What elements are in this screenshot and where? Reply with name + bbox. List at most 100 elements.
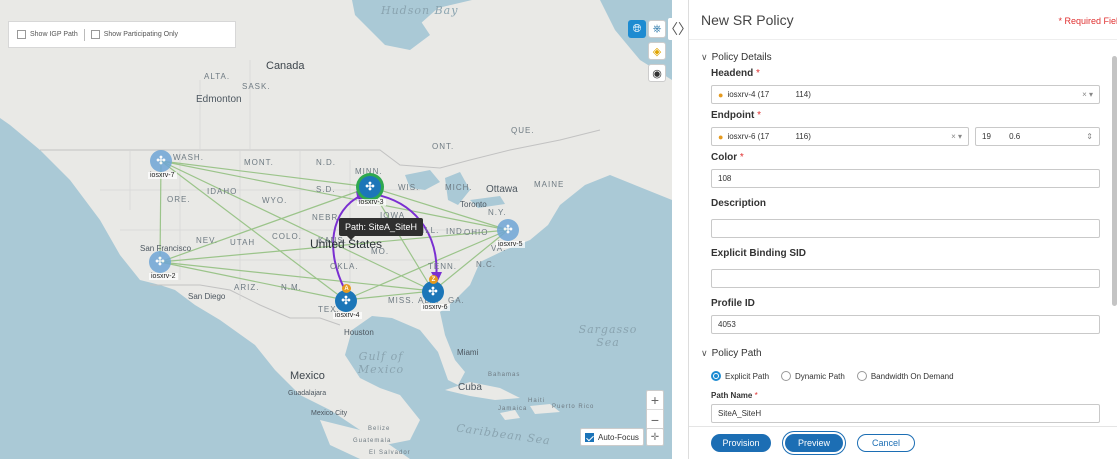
zoom-in-button[interactable]: + xyxy=(647,391,663,410)
node-label: iosxrv-5 xyxy=(496,241,525,248)
up-down-icon: ⇕ xyxy=(1086,132,1093,141)
label-miami: Miami xyxy=(457,348,479,357)
binding-sid-field: Explicit Binding SID xyxy=(689,248,1111,288)
chevron-down-icon: ∨ xyxy=(701,51,708,62)
provision-button[interactable]: Provision xyxy=(711,434,771,452)
label-nc: N.C. xyxy=(476,260,496,269)
color-input[interactable]: 108 xyxy=(711,169,1100,188)
path-tooltip: Path: SiteA_SiteH xyxy=(339,218,424,240)
label-minn: MINN. xyxy=(355,167,383,176)
required-mark: * xyxy=(754,391,758,400)
required-mark: * xyxy=(757,110,762,121)
label-mexico-city: Mexico City xyxy=(311,410,348,417)
headend-select[interactable]: ● iosxrv-4 (17 114) × ▾ xyxy=(711,85,1100,104)
endpoint-ip-select[interactable]: 19 0.6 ⇕ xyxy=(975,127,1100,146)
preview-button[interactable]: Preview xyxy=(785,434,843,452)
label-ohio: OHIO xyxy=(464,228,489,237)
label-tenn: TENN. xyxy=(428,262,457,271)
node-iosxrv-6[interactable]: ✣ xyxy=(422,281,444,303)
router-icon: ✣ xyxy=(428,285,438,298)
section-label: Policy Details xyxy=(711,51,772,63)
label-canada: Canada xyxy=(266,60,305,72)
collapse-panel-button[interactable]: 〈〉 xyxy=(664,18,692,40)
zoom-out-button[interactable]: − xyxy=(647,410,663,429)
node-label: iosxrv-6 xyxy=(421,304,450,311)
label-puerto-rico: Puerto Rico xyxy=(552,404,595,410)
description-input[interactable] xyxy=(711,219,1100,238)
show-participating-label[interactable]: Show Participating Only xyxy=(104,31,178,38)
label-guatemala: Guatemala xyxy=(353,438,392,444)
radio[interactable] xyxy=(856,371,867,381)
map-options-bar: Show IGP Path Show Participating Only xyxy=(8,21,236,48)
description-label: Description xyxy=(711,198,767,209)
radio-selected[interactable] xyxy=(711,371,721,381)
clear-caret-icon[interactable]: × ▾ xyxy=(1082,90,1093,99)
node-iosxrv-2[interactable]: ✣ xyxy=(149,251,171,273)
bandwidth-on-demand-option[interactable]: Bandwidth On Demand xyxy=(856,371,954,381)
path-type-radio-group: Explicit Path Dynamic Path Bandwidth On … xyxy=(689,366,1111,386)
router-icon: ✣ xyxy=(156,154,166,167)
panel-header: New SR Policy * Required Fiel xyxy=(689,0,1117,40)
node-iosxrv-4[interactable]: ✣ xyxy=(335,290,357,312)
label-sd: S.D. xyxy=(316,185,336,194)
show-igp-checkbox[interactable] xyxy=(17,30,26,39)
label-sargasso-sea: Sargasso Sea xyxy=(578,323,638,349)
router-icon: ✣ xyxy=(341,294,351,307)
label-guadalajara: Guadalajara xyxy=(288,390,327,397)
label-el-salvador: El Salvador xyxy=(369,450,411,456)
radio[interactable] xyxy=(781,371,792,381)
visibility-button[interactable]: ◉ xyxy=(648,64,666,82)
color-field: Color * 108 xyxy=(689,152,1111,188)
globe-view-button[interactable]: 🌐︎ xyxy=(628,20,646,38)
headend-field: Headend * ● iosxrv-4 (17 114) × ▾ xyxy=(689,68,1111,104)
router-icon: ✣ xyxy=(365,180,375,193)
recenter-button[interactable]: ✛ xyxy=(646,428,664,446)
label-jamaica: Jamaica xyxy=(498,406,528,412)
clear-caret-icon[interactable]: × ▾ xyxy=(951,132,962,141)
panel-body: ∨ Policy Details Headend * ● iosxrv-4 (1… xyxy=(689,42,1111,424)
headend-value: iosxrv-4 (17 114) xyxy=(727,90,811,99)
path-name-input[interactable]: SiteA_SiteH xyxy=(711,404,1100,423)
label-ottawa: Ottawa xyxy=(486,184,518,195)
label-belize: Belize xyxy=(368,426,391,432)
zoom-control: + − xyxy=(646,390,664,430)
label-ont: ONT. xyxy=(432,142,455,151)
label-nm: N.M. xyxy=(281,283,302,292)
auto-focus-label: Auto-Focus xyxy=(598,432,639,442)
label-nd: N.D. xyxy=(316,158,336,167)
label-maine: MAINE xyxy=(534,180,565,189)
label-que: QUE. xyxy=(511,126,535,135)
node-iosxrv-7[interactable]: ✣ xyxy=(150,150,172,172)
profile-id-label: Profile ID xyxy=(711,298,755,309)
explicit-path-option[interactable]: Explicit Path xyxy=(711,371,769,381)
show-igp-label[interactable]: Show IGP Path xyxy=(30,31,78,38)
description-field: Description xyxy=(689,198,1111,238)
profile-id-input[interactable]: 4053 xyxy=(711,315,1100,334)
label-cuba: Cuba xyxy=(458,382,482,393)
topology-map[interactable]: Hudson Bay Canada Edmonton ALTA. SASK. M… xyxy=(0,0,672,459)
binding-sid-input[interactable] xyxy=(711,269,1100,288)
policy-path-header[interactable]: ∨ Policy Path xyxy=(689,344,1111,362)
node-iosxrv-5[interactable]: ✣ xyxy=(497,219,519,241)
label-utah: UTAH xyxy=(230,238,256,247)
auto-focus-checkbox[interactable] xyxy=(585,432,594,442)
sr-policy-panel: New SR Policy * Required Fiel ∨ Policy D… xyxy=(688,0,1117,459)
dynamic-path-option[interactable]: Dynamic Path xyxy=(781,371,845,381)
panel-scrollbar[interactable] xyxy=(1112,56,1117,306)
policy-details-header[interactable]: ∨ Policy Details xyxy=(689,48,1111,66)
layers-button[interactable]: ◈ xyxy=(648,42,666,60)
endpoint-select[interactable]: ● iosxrv-6 (17 116) × ▾ xyxy=(711,127,969,146)
label-ariz: ARIZ. xyxy=(234,283,260,292)
radio-label: Explicit Path xyxy=(725,371,770,381)
label-ind: IND. xyxy=(446,227,466,236)
label-gulf-of-mexico: Gulf of Mexico xyxy=(357,350,405,376)
headend-badge: A xyxy=(342,284,351,293)
show-participating-checkbox[interactable] xyxy=(90,30,100,39)
label-ill: ILL. xyxy=(422,226,440,235)
cancel-button[interactable]: Cancel xyxy=(857,434,915,452)
label-ore: ORE. xyxy=(167,195,191,204)
label-ny: N.Y. xyxy=(488,208,507,217)
label-mont: MONT. xyxy=(244,158,274,167)
auto-focus-toggle[interactable]: Auto-Focus xyxy=(580,428,644,446)
node-iosxrv-3[interactable]: ✣ xyxy=(359,176,381,198)
